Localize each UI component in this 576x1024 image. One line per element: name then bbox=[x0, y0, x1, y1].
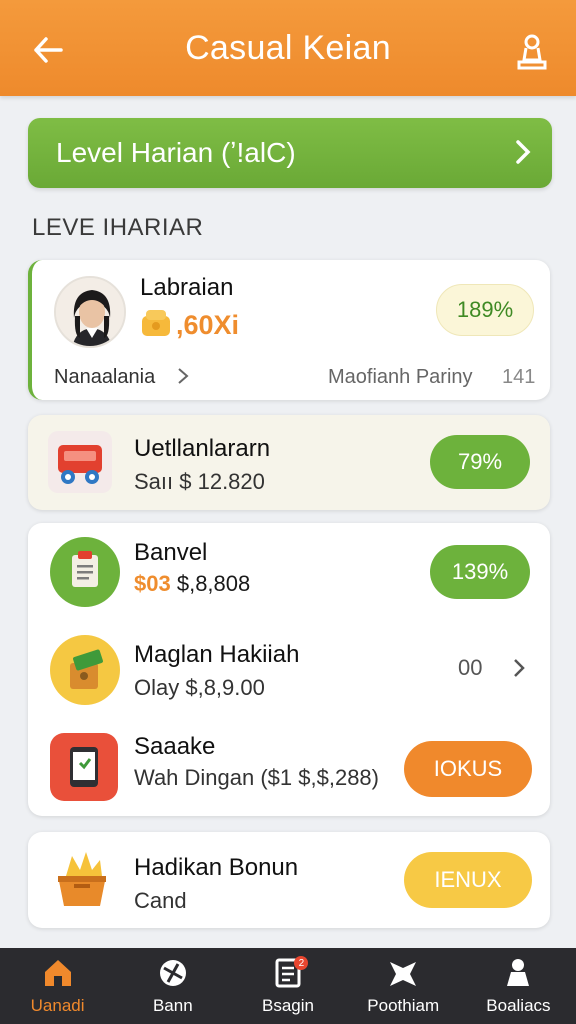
section-label: LEVE IHARIAR bbox=[32, 214, 204, 241]
card4-name: Hadikan Bonun bbox=[134, 854, 299, 881]
row1-sub: $,8,808 bbox=[176, 571, 251, 596]
card2-percent-pill[interactable]: 79% bbox=[430, 435, 530, 489]
card2-sub: Saıı $ 12.820 bbox=[134, 469, 265, 494]
card1-value-row: ,60Xi bbox=[140, 308, 239, 343]
card1-right-text: Maofianh Pariny bbox=[328, 366, 473, 388]
ball-icon bbox=[156, 956, 190, 990]
card1-percent-pill[interactable]: 189% bbox=[436, 284, 534, 336]
tab-label: Boaliacs bbox=[486, 996, 551, 1015]
profile-card[interactable]: Labraian ,60Xi Nanaalania Maofianh Parin… bbox=[28, 260, 550, 400]
tab-star[interactable]: Poothiam bbox=[346, 948, 461, 1024]
row3-bonus-button[interactable]: IOKUS bbox=[404, 741, 532, 797]
card1-value: ,60Xi bbox=[176, 310, 240, 340]
tab-label: Bann bbox=[152, 996, 193, 1015]
gift-box-icon bbox=[50, 635, 120, 705]
card2-name: Uetllanlararn bbox=[134, 435, 271, 462]
tab-document[interactable]: 2 Bsagin bbox=[230, 948, 345, 1024]
row2-name: Maglan Hakiiah bbox=[134, 641, 300, 668]
person-icon bbox=[501, 956, 535, 990]
user-icon[interactable] bbox=[514, 32, 550, 72]
chevron-right-icon[interactable] bbox=[512, 657, 526, 684]
tab-home[interactable]: Uanadi bbox=[0, 948, 115, 1024]
tab-label: Bsagin bbox=[262, 996, 314, 1015]
row1-sub-line: $03 $,8,808 bbox=[134, 571, 250, 597]
card1-right-num: 141 bbox=[502, 366, 536, 388]
card4-bonus-button[interactable]: IENUX bbox=[404, 852, 532, 908]
tab-ball[interactable]: Bann bbox=[115, 948, 230, 1024]
tab-profile[interactable]: Boaliacs bbox=[461, 948, 576, 1024]
row1-name: Banvel bbox=[134, 539, 208, 566]
card1-link[interactable]: Nanaalania bbox=[54, 366, 155, 389]
tab-label: Poothiam bbox=[367, 996, 440, 1015]
list-card: Banvel $03 $,8,808 139% Maglan Hakiiah O… bbox=[28, 523, 550, 816]
back-arrow-icon[interactable] bbox=[28, 30, 68, 70]
row2-sub: Olay $,8,9.00 bbox=[134, 675, 265, 700]
coins-icon bbox=[140, 308, 174, 343]
row2-count: 00 bbox=[458, 655, 483, 680]
clipboard-icon bbox=[50, 537, 120, 607]
row1-sub-prefix: $03 bbox=[134, 571, 171, 596]
row3-name: Saaake bbox=[134, 733, 216, 760]
bonus-card[interactable]: Hadikan Bonun Cand IENUX bbox=[28, 832, 550, 928]
app-header: Casual Keian bbox=[0, 0, 576, 96]
chevron-right-icon bbox=[514, 138, 532, 173]
bottom-tab-bar: Uanadi Bann 2 Bsagin Poothiam Boaliacs bbox=[0, 948, 576, 1024]
chevron-right-icon bbox=[176, 366, 190, 391]
avatar bbox=[54, 276, 126, 348]
page-title: Casual Keian bbox=[185, 28, 391, 67]
star-icon bbox=[386, 956, 420, 990]
level-banner[interactable]: Level Harian (ʼ!alC) bbox=[28, 118, 552, 188]
tab-label: Uanadi bbox=[30, 996, 85, 1015]
truck-icon bbox=[48, 431, 112, 493]
vehicle-card[interactable]: Uetllanlararn Saıı $ 12.820 79% bbox=[28, 415, 550, 510]
card1-name: Labraian bbox=[140, 274, 234, 301]
phone-icon bbox=[50, 733, 118, 801]
treasure-basket-icon bbox=[52, 846, 112, 912]
home-icon bbox=[41, 956, 75, 990]
row1-percent-pill[interactable]: 139% bbox=[430, 545, 530, 599]
row3-sub: Wah Dingan ($1 $,$,288) bbox=[134, 765, 379, 790]
card4-sub: Cand bbox=[134, 888, 187, 913]
level-banner-label: Level Harian (ʼ!alC) bbox=[56, 137, 296, 168]
notification-badge: 2 bbox=[294, 956, 309, 970]
